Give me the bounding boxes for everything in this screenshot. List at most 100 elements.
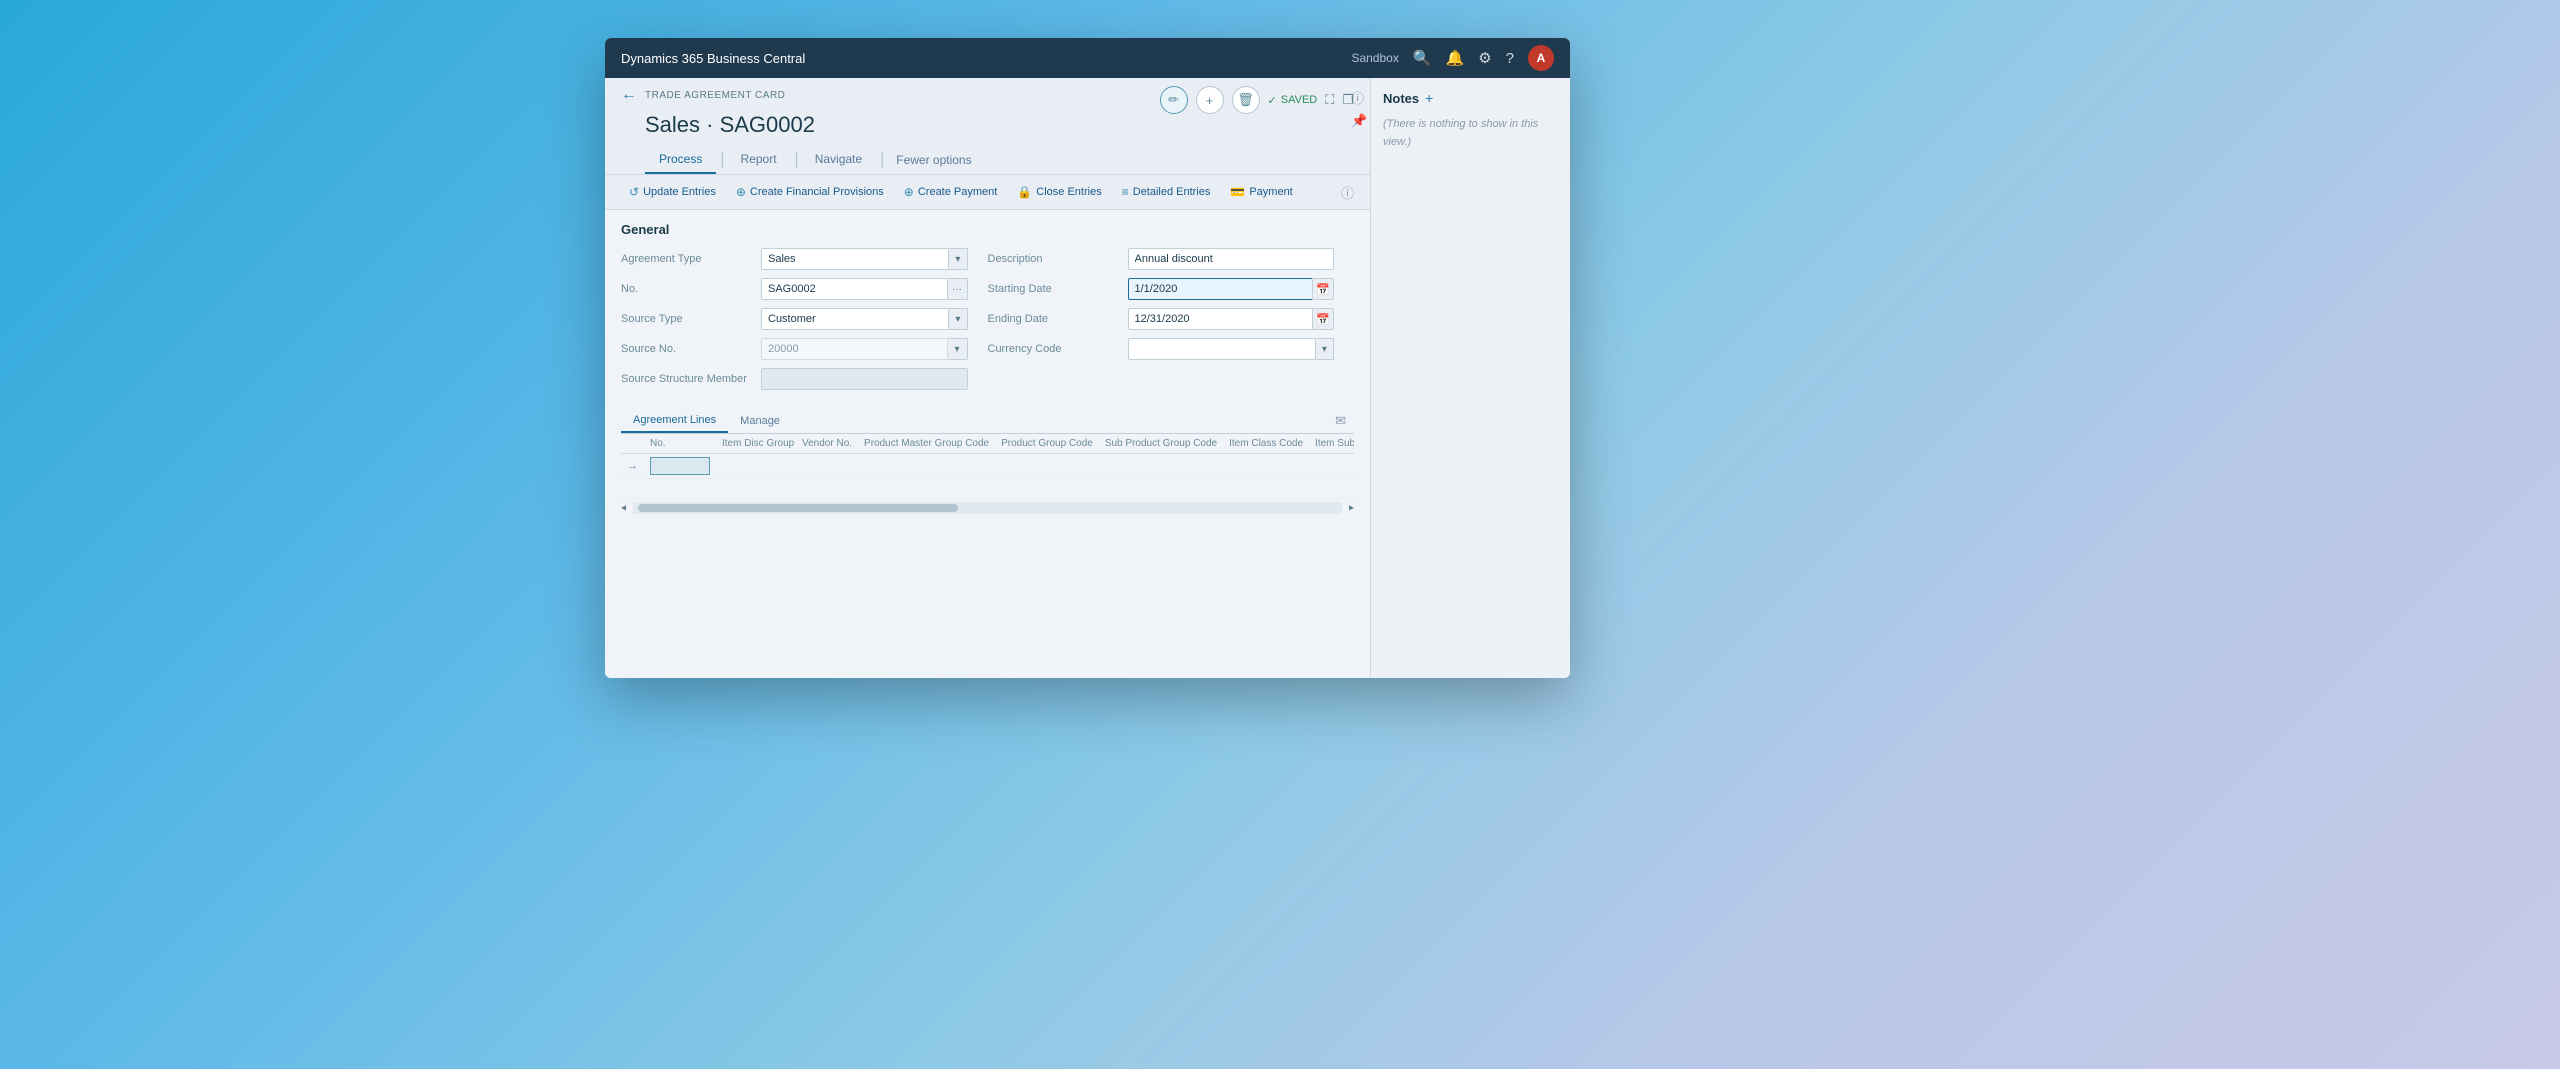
starting-date-label: Starting Date <box>988 283 1128 295</box>
row-item-class-cell[interactable] <box>1223 454 1309 479</box>
scroll-right-button[interactable]: ▸ <box>1349 503 1354 514</box>
expand-button[interactable]: ⛶ <box>1325 92 1334 108</box>
starting-date-calendar-button[interactable]: 📅 <box>1312 278 1334 300</box>
tab-report[interactable]: Report <box>727 146 791 174</box>
row-vendor-no-input[interactable] <box>802 457 852 475</box>
info-panel-icon[interactable]: ⓘ <box>1351 88 1367 107</box>
form-right-section: Description Starting Date 📅 <box>988 247 1355 397</box>
row-product-master-input[interactable] <box>864 457 989 475</box>
row-sub-product-cell[interactable] <box>1099 454 1223 479</box>
col-item-disc-group-header: Item Disc Group <box>716 434 796 454</box>
notes-header: Notes + <box>1383 90 1558 106</box>
col-sub-product-group-header: Sub Product Group Code <box>1099 434 1223 454</box>
delete-button[interactable]: 🗑 <box>1232 86 1260 114</box>
bell-icon[interactable]: 🔔 <box>1446 49 1465 67</box>
lines-expand-icon[interactable]: ✉ <box>1335 413 1346 429</box>
horizontal-scrollbar[interactable] <box>633 502 1342 514</box>
row-item-disc-input[interactable] <box>722 457 790 475</box>
source-structure-member-input[interactable] <box>761 368 968 390</box>
agreement-type-dropdown[interactable]: ▾ <box>949 248 967 270</box>
create-financial-provisions-button[interactable]: ⊕ Create Financial Provisions <box>728 181 892 203</box>
search-icon[interactable]: 🔍 <box>1413 49 1432 67</box>
h-scrollbar-container: ◂ ▸ <box>621 502 1354 514</box>
form-content: General Agreement Type ▾ <box>605 210 1370 530</box>
source-type-label: Source Type <box>621 313 761 325</box>
gear-icon[interactable]: ⚙ <box>1478 49 1491 67</box>
update-entries-button[interactable]: ↺ Update Entries <box>621 181 724 203</box>
close-entries-button[interactable]: 🔒 Close Entries <box>1009 181 1109 203</box>
scrollbar-thumb[interactable] <box>638 504 958 512</box>
card-area: ← TRADE AGREEMENT CARD ✏ + 🗑 ✓ SAVED ⛶ ❐ <box>605 78 1370 678</box>
tab-navigate[interactable]: Navigate <box>801 146 876 174</box>
table-empty-row: → <box>621 479 1354 498</box>
ending-date-row: Ending Date 📅 <box>988 307 1335 331</box>
notes-add-button[interactable]: + <box>1425 90 1433 106</box>
page-header-actions: ✏ + 🗑 ✓ SAVED ⛶ ❐ <box>1160 86 1354 114</box>
currency-code-input[interactable] <box>1128 338 1316 360</box>
no-input[interactable] <box>761 278 948 300</box>
row-product-group-cell[interactable] <box>995 454 1099 479</box>
payment-button[interactable]: 💳 Payment <box>1222 181 1300 203</box>
breadcrumb: TRADE AGREEMENT CARD <box>645 90 785 101</box>
agreement-lines-tab[interactable]: Agreement Lines <box>621 409 728 433</box>
starting-date-input[interactable] <box>1128 278 1313 300</box>
description-field <box>1128 248 1335 270</box>
source-type-input[interactable] <box>761 308 949 330</box>
col-vendor-no-header: Vendor No. <box>796 434 858 454</box>
row-no-cell[interactable] <box>644 454 716 479</box>
source-type-dropdown[interactable]: ▾ <box>949 308 967 330</box>
source-no-input[interactable] <box>761 338 948 360</box>
app-window: Dynamics 365 Business Central Sandbox 🔍 … <box>605 38 1570 678</box>
row-item-disc-cell[interactable] <box>716 454 796 479</box>
notes-empty-text: (There is nothing to show in this view.) <box>1383 118 1538 148</box>
environment-badge: Sandbox <box>1351 51 1398 65</box>
ending-date-input[interactable] <box>1128 308 1313 330</box>
main-content: ← TRADE AGREEMENT CARD ✏ + 🗑 ✓ SAVED ⛶ ❐ <box>605 78 1570 678</box>
general-form-grid: Agreement Type ▾ No. <box>621 247 1354 397</box>
side-panel-toggle[interactable]: ⓘ <box>1341 183 1354 202</box>
tab-process[interactable]: Process <box>645 146 716 174</box>
description-label: Description <box>988 253 1128 265</box>
description-input[interactable] <box>1128 248 1335 270</box>
create-payment-icon: ⊕ <box>904 185 914 199</box>
agreement-type-label: Agreement Type <box>621 253 761 265</box>
notes-panel: ⓘ 📌 Notes + (There is nothing to show in… <box>1370 78 1570 678</box>
row-product-group-input[interactable] <box>1001 457 1093 475</box>
create-payment-button[interactable]: ⊕ Create Payment <box>896 181 1006 203</box>
row-item-sub-class-input[interactable] <box>1315 457 1354 475</box>
row-no-input[interactable] <box>650 457 710 475</box>
row-item-class-input[interactable] <box>1229 457 1303 475</box>
form-left-section: Agreement Type ▾ No. <box>621 247 988 397</box>
detailed-entries-button[interactable]: ≡ Detailed Entries <box>1114 181 1219 203</box>
ending-date-calendar-button[interactable]: 📅 <box>1312 308 1334 330</box>
no-more-button[interactable]: ··· <box>948 278 968 300</box>
row-vendor-no-cell[interactable] <box>796 454 858 479</box>
add-button[interactable]: + <box>1196 86 1224 114</box>
row-item-sub-class-cell[interactable] <box>1309 454 1354 479</box>
source-type-field: ▾ <box>761 308 968 330</box>
checkmark-icon: ✓ <box>1268 94 1277 107</box>
lines-table: No. Item Disc Group Vendor No. <box>621 434 1354 498</box>
scroll-left-button[interactable]: ◂ <box>621 503 626 514</box>
edit-button[interactable]: ✏ <box>1160 86 1188 114</box>
source-no-dropdown[interactable]: ▾ <box>948 338 968 360</box>
row-sub-product-input[interactable] <box>1105 457 1217 475</box>
app-title: Dynamics 365 Business Central <box>621 51 805 66</box>
user-avatar[interactable]: A <box>1528 45 1554 71</box>
row-product-master-cell[interactable] <box>858 454 995 479</box>
saved-indicator: ✓ SAVED <box>1268 94 1318 107</box>
source-no-field: ▾ <box>761 338 968 360</box>
manage-tab[interactable]: Manage <box>728 410 792 432</box>
fewer-options-button[interactable]: Fewer options <box>886 147 981 173</box>
pin-panel-icon[interactable]: 📌 <box>1351 113 1367 129</box>
source-no-label: Source No. <box>621 343 761 355</box>
source-structure-member-label: Source Structure Member <box>621 373 761 385</box>
notes-title: Notes <box>1383 91 1419 106</box>
lines-table-container: No. Item Disc Group Vendor No. <box>621 434 1354 498</box>
close-entries-icon: 🔒 <box>1017 185 1032 199</box>
back-button[interactable]: ← <box>621 86 637 104</box>
agreement-type-input[interactable] <box>761 248 949 270</box>
no-field: ··· <box>761 278 968 300</box>
help-icon[interactable]: ? <box>1506 50 1514 67</box>
currency-code-dropdown[interactable]: ▾ <box>1316 338 1334 360</box>
